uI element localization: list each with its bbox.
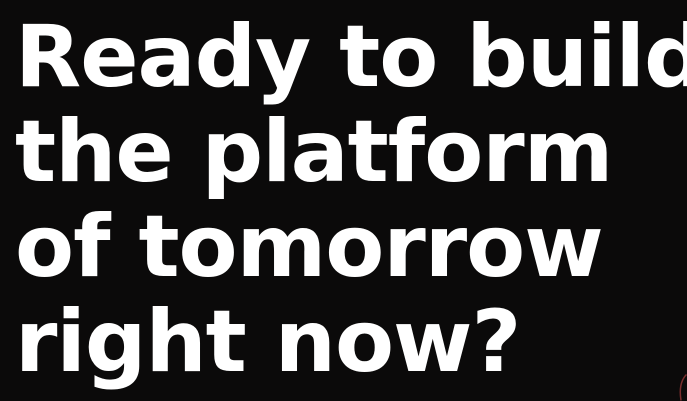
headline-line-3: of tomorrow: [15, 197, 604, 297]
headline-line-2: the platform: [15, 102, 613, 202]
headline-line-1: Ready to build: [15, 7, 687, 107]
headline-line-4: right now?: [15, 292, 521, 392]
decorative-arc-icon: [679, 374, 687, 401]
hero-headline: Ready to build the platform of tomorrow …: [15, 10, 687, 390]
hero-section: Ready to build the platform of tomorrow …: [0, 0, 687, 401]
